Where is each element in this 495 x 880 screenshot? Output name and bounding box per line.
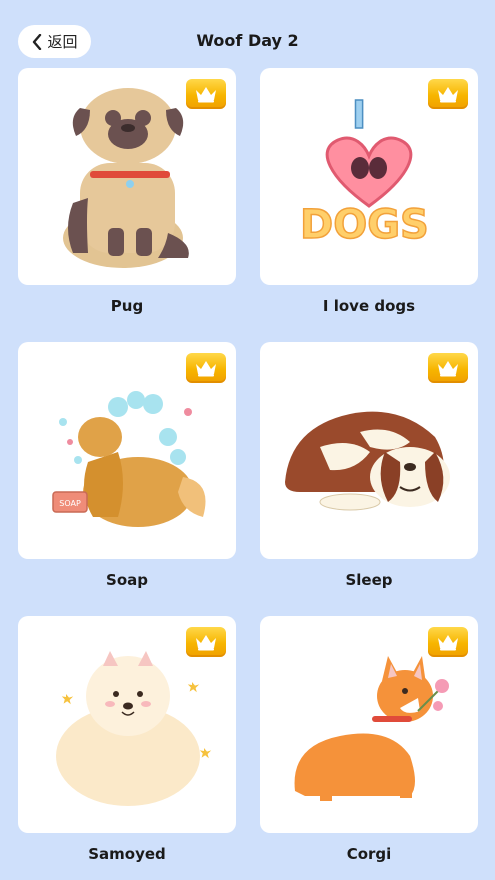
sticker-label: Corgi <box>346 845 392 863</box>
crown-icon <box>438 361 458 377</box>
sticker-card-sleep[interactable]: Sleep <box>260 342 478 589</box>
page-title: Woof Day 2 <box>196 31 299 50</box>
premium-crown-badge <box>428 353 468 383</box>
sticker-card-soap[interactable]: SOAP Soap <box>18 342 236 589</box>
sticker-card-samoyed[interactable]: Samoyed <box>18 616 236 863</box>
sticker-thumbnail[interactable] <box>260 616 478 833</box>
sticker-thumbnail[interactable]: SOAP <box>18 342 236 559</box>
crown-icon <box>196 361 216 377</box>
sticker-label: I love dogs <box>322 297 416 315</box>
crown-icon <box>438 635 458 651</box>
crown-icon <box>196 87 216 103</box>
sticker-card-i-love-dogs[interactable]: I DOGS I love dogs <box>260 68 478 315</box>
art-letter-i: I <box>352 93 366 137</box>
sticker-thumbnail[interactable] <box>18 616 236 833</box>
premium-crown-badge <box>186 627 226 657</box>
premium-crown-badge <box>428 79 468 109</box>
premium-crown-badge <box>186 79 226 109</box>
sticker-label: Pug <box>110 297 144 315</box>
sticker-label: Sleep <box>345 571 393 589</box>
sticker-card-corgi[interactable]: Corgi <box>260 616 478 863</box>
art-soap-text: SOAP <box>59 499 81 508</box>
sticker-label: Soap <box>106 571 148 589</box>
crown-icon <box>196 635 216 651</box>
sticker-thumbnail[interactable]: I DOGS <box>260 68 478 285</box>
sticker-label: Samoyed <box>88 845 166 863</box>
art-word-dogs: DOGS <box>300 202 429 248</box>
crown-icon <box>438 87 458 103</box>
premium-crown-badge <box>428 627 468 657</box>
premium-crown-badge <box>186 353 226 383</box>
sticker-thumbnail[interactable] <box>260 342 478 559</box>
sticker-card-pug[interactable]: Pug <box>18 68 236 315</box>
sticker-thumbnail[interactable] <box>18 68 236 285</box>
